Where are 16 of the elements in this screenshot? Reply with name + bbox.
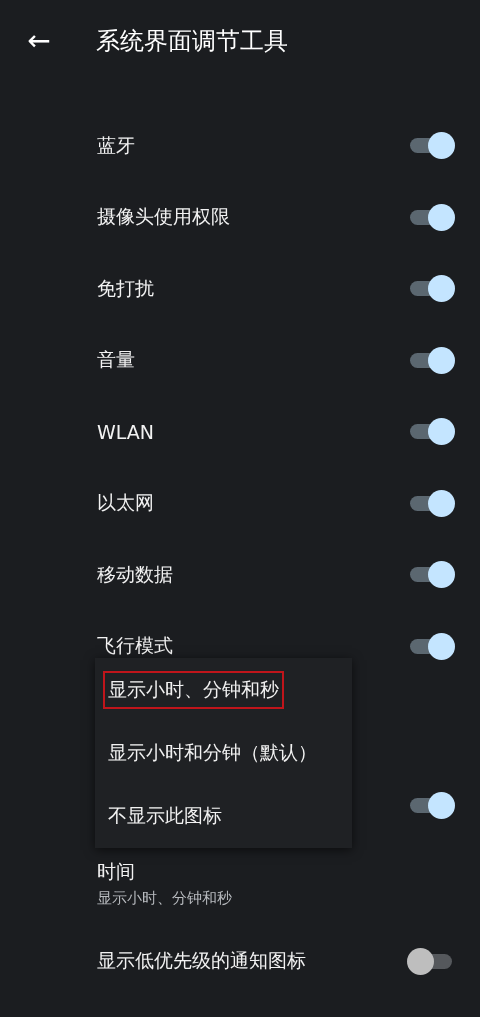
setting-label: 音量 [97,347,135,373]
setting-summary: 显示小时、分钟和秒 [97,889,232,908]
setting-label: 蓝牙 [97,132,135,158]
setting-label: 摄像头使用权限 [97,204,230,230]
page-title: 系统界面调节工具 [96,26,288,57]
menu-item[interactable]: 显示小时、分钟和秒 [103,670,284,709]
setting-label: 时间 [97,859,136,884]
menu-item[interactable]: 不显示此图标 [103,797,227,836]
setting-label: 以太网 [97,490,154,516]
setting-label: 飞行模式 [97,633,173,659]
back-button[interactable]: ← [24,26,54,56]
setting-label: 移动数据 [97,561,173,587]
setting-label: WLAN [97,420,155,443]
setting-label: 显示低优先级的通知图标 [97,948,306,974]
setting-label: 免打扰 [97,275,154,301]
menu-item[interactable]: 显示小时和分钟（默认） [103,734,322,772]
